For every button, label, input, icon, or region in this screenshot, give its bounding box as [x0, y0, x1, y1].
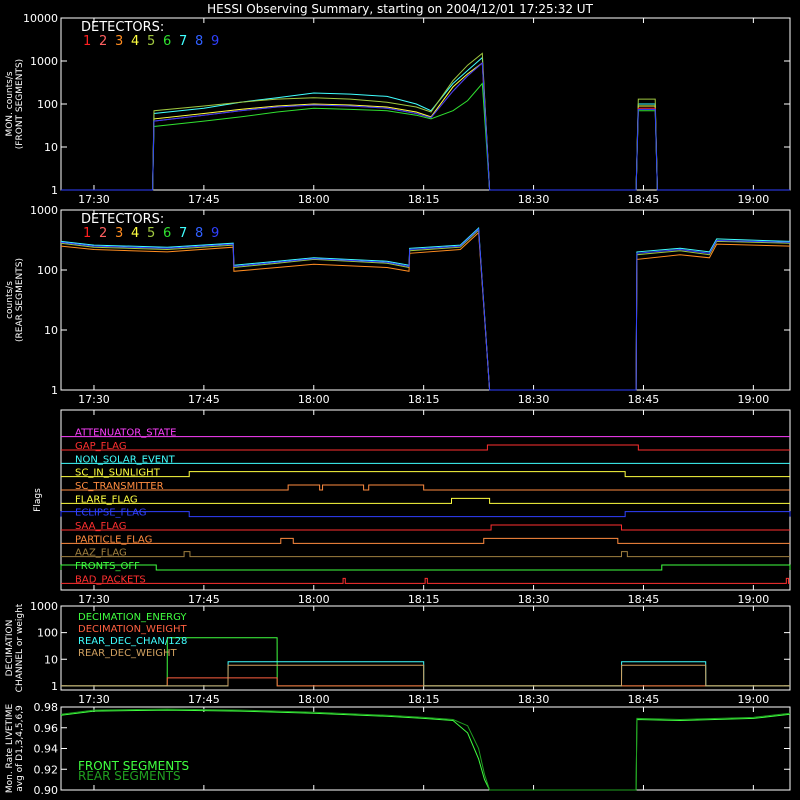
y-axis-label: Mon. Rate LIVETIME: [5, 704, 15, 794]
detector-number: 6: [163, 34, 171, 49]
x-tick-label: 18:30: [518, 393, 550, 406]
x-tick-label: 18:45: [628, 193, 660, 206]
detector-number: 1: [83, 34, 91, 49]
y-axis-label: counts/s: [5, 281, 15, 319]
y-tick-label: 0.94: [34, 743, 59, 756]
x-tick-label: 17:45: [188, 593, 220, 606]
x-tick-label: 18:45: [628, 593, 660, 606]
x-tick-label: 17:30: [78, 393, 110, 406]
y-tick-label: 0.92: [34, 763, 59, 776]
x-tick-label: 19:00: [738, 193, 770, 206]
y-tick-label: 100: [37, 98, 58, 111]
y-tick-label: 10: [44, 324, 58, 337]
y-axis-label: CHANNEL or weight: [15, 603, 25, 692]
x-tick-label: 18:30: [518, 593, 550, 606]
y-tick-label: 10: [44, 653, 58, 666]
flag-label: GAP_FLAG: [75, 441, 127, 452]
detector-number: 2: [99, 34, 107, 49]
y-tick-label: 0.90: [34, 784, 59, 797]
flag-label: FRONTS_OFF: [75, 561, 140, 572]
detector-number: 4: [131, 34, 139, 49]
flag-label: ATTENUATOR_STATE: [75, 428, 176, 439]
y-axis-label: MON. counts/s: [5, 71, 15, 136]
flag-label: SAA_FLAG: [75, 521, 126, 532]
x-tick-label: 17:30: [78, 693, 110, 706]
y-tick-label: 1000: [30, 204, 58, 217]
y-axis-label: Flags: [33, 488, 43, 512]
detector-number: 6: [163, 226, 171, 241]
detector-number: 5: [147, 226, 155, 241]
flag-label: FLARE_FLAG: [75, 494, 138, 505]
x-tick-label: 17:45: [188, 693, 220, 706]
x-tick-label: 18:00: [298, 393, 330, 406]
x-tick-label: 18:15: [408, 693, 440, 706]
flag-label: ECLIPSE_FLAG: [75, 508, 146, 519]
y-tick-label: 100: [37, 627, 58, 640]
flag-label: SC_TRANSMITTER: [75, 481, 164, 492]
x-tick-label: 17:45: [188, 193, 220, 206]
x-tick-label: 17:30: [78, 193, 110, 206]
detector-number: 3: [115, 226, 123, 241]
plot-title: HESSI Observing Summary, starting on 200…: [207, 2, 593, 16]
x-tick-label: 19:00: [738, 593, 770, 606]
flag-label: NON_SOLAR_EVENT: [75, 454, 176, 465]
y-tick-label: 10000: [23, 12, 58, 25]
x-tick-label: 18:30: [518, 193, 550, 206]
x-tick-label: 19:00: [738, 693, 770, 706]
x-tick-label: 17:30: [78, 593, 110, 606]
y-axis-label: (REAR SEGMENTS): [15, 258, 25, 342]
y-tick-label: 1: [51, 384, 58, 397]
detector-number: 7: [179, 226, 187, 241]
detector-number: 1: [83, 226, 91, 241]
y-tick-label: 1000: [30, 55, 58, 68]
x-tick-label: 18:00: [298, 593, 330, 606]
y-axis-label: avg of D1,3,4,5,6,9: [15, 705, 25, 792]
y-axis-label: (FRONT SEGMENTS): [15, 59, 25, 149]
detector-number: 9: [211, 34, 219, 49]
series-legend-label: DECIMATION_WEIGHT: [78, 624, 187, 635]
y-tick-label: 10: [44, 141, 58, 154]
x-tick-label: 18:45: [628, 693, 660, 706]
detector-number: 3: [115, 34, 123, 49]
y-axis-label: DECIMATION: [5, 620, 15, 677]
detectors-heading: DETECTORS:: [81, 212, 164, 227]
detector-number: 2: [99, 226, 107, 241]
background: [0, 0, 800, 800]
detector-number: 9: [211, 226, 219, 241]
x-tick-label: 18:15: [408, 393, 440, 406]
x-tick-label: 18:15: [408, 593, 440, 606]
flag-label: AAZ_FLAG: [75, 548, 127, 559]
series-legend-label: DECIMATION_ENERGY: [78, 612, 187, 623]
y-tick-label: 1: [51, 184, 58, 197]
hessi-summary-plot: HESSI Observing Summary, starting on 200…: [0, 0, 800, 800]
x-tick-label: 19:00: [738, 393, 770, 406]
x-tick-label: 17:45: [188, 393, 220, 406]
flag-label: PARTICLE_FLAG: [75, 534, 152, 545]
y-tick-label: 0.96: [34, 722, 59, 735]
x-tick-label: 18:45: [628, 393, 660, 406]
detector-number: 7: [179, 34, 187, 49]
x-tick-label: 18:15: [408, 193, 440, 206]
detectors-heading: DETECTORS:: [81, 20, 164, 35]
y-tick-label: 0.98: [34, 701, 59, 714]
x-tick-label: 18:30: [518, 693, 550, 706]
y-tick-label: 1000: [30, 600, 58, 613]
detector-number: 4: [131, 226, 139, 241]
series-legend-label: REAR_DEC_WEIGHT: [78, 648, 177, 659]
y-tick-label: 100: [37, 264, 58, 277]
flag-label: BAD_PACKETS: [75, 574, 146, 585]
y-tick-label: 1: [51, 680, 58, 693]
series-legend-label: REAR SEGMENTS: [78, 769, 181, 783]
x-tick-label: 18:00: [298, 693, 330, 706]
series-legend-label: REAR_DEC_CHAN/128: [78, 636, 187, 647]
detector-number: 8: [195, 226, 203, 241]
x-tick-label: 18:00: [298, 193, 330, 206]
detector-number: 5: [147, 34, 155, 49]
flag-label: SC_IN_SUNLIGHT: [75, 468, 161, 479]
detector-number: 8: [195, 34, 203, 49]
